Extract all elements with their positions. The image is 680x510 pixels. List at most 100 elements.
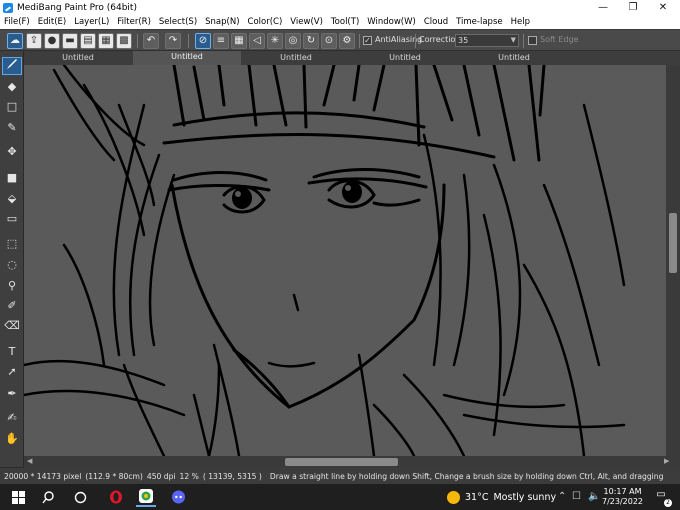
scroll-right-icon[interactable]: ▶: [664, 457, 669, 465]
soft-edge-checkbox[interactable]: [528, 36, 537, 45]
toolbar-separator: [137, 34, 138, 48]
snap-off-icon[interactable]: ⊘: [195, 33, 211, 49]
close-button[interactable]: ✕: [648, 0, 678, 15]
sketch-drawing: [24, 65, 626, 456]
minimize-button[interactable]: —: [588, 0, 618, 15]
menu-edit[interactable]: Edit(E): [38, 17, 66, 27]
comment-icon[interactable]: ●: [44, 33, 60, 49]
select-pen-icon[interactable]: ✐: [2, 297, 22, 315]
canvas-size: 20000 * 14173 pixel: [4, 471, 82, 481]
brush-icon[interactable]: [2, 57, 22, 75]
vertical-scrollbar[interactable]: [666, 65, 680, 456]
focus-snap-icon[interactable]: ✳: [267, 33, 283, 49]
menu-filter[interactable]: Filter(R): [117, 17, 151, 27]
document-tab[interactable]: Untitled: [24, 52, 132, 64]
settings-snap-icon[interactable]: ⚙: [339, 33, 355, 49]
gradient-icon[interactable]: ▭: [2, 210, 22, 228]
menu-layer[interactable]: Layer(L): [74, 17, 109, 27]
scroll-left-icon[interactable]: ◀: [27, 457, 32, 465]
menu-color[interactable]: Color(C): [248, 17, 283, 27]
rectangle-icon[interactable]: □: [2, 98, 22, 116]
select-rect-icon[interactable]: ⬚: [2, 235, 22, 253]
chevron-up-icon[interactable]: ⌃: [558, 491, 566, 502]
bubble-icon[interactable]: ▬: [62, 33, 78, 49]
discord-icon[interactable]: [168, 487, 188, 507]
weather-widget[interactable]: 31°C Mostly sunny: [447, 484, 556, 510]
volume-icon[interactable]: 🔈: [588, 491, 600, 502]
menu-window[interactable]: Window(W): [367, 17, 416, 27]
canvas-physical-size: (112.9 * 80cm): [85, 471, 143, 481]
search-icon[interactable]: [38, 487, 58, 507]
dot-brush-icon[interactable]: ✎: [2, 119, 22, 137]
document-tab[interactable]: Untitled: [460, 52, 568, 64]
medibang-taskbar-icon[interactable]: [136, 487, 156, 507]
share-icon[interactable]: ⇪: [26, 33, 42, 49]
move-icon[interactable]: ✥: [2, 143, 22, 161]
correction-value: 35: [458, 36, 469, 45]
redo-icon[interactable]: ↷: [165, 33, 181, 49]
notification-count: 2: [664, 499, 672, 507]
text-icon[interactable]: T: [2, 343, 22, 361]
circle-snap-icon[interactable]: ◎: [285, 33, 301, 49]
parallel-snap-icon[interactable]: ≡: [213, 33, 229, 49]
menu-snap[interactable]: Snap(N): [205, 17, 239, 27]
drawing-canvas[interactable]: [24, 65, 666, 456]
menu-view[interactable]: View(V): [290, 17, 323, 27]
canvas-dpi: 450 dpi: [146, 471, 176, 481]
toolbar-separator: [188, 34, 189, 48]
vertical-scroll-thumb[interactable]: [669, 213, 677, 273]
menu-select[interactable]: Select(S): [159, 17, 197, 27]
eraser-icon[interactable]: ◆: [2, 78, 22, 96]
curve-snap-icon[interactable]: ↻: [303, 33, 319, 49]
grid-panel-icon[interactable]: ▩: [116, 33, 132, 49]
windows-start-icon[interactable]: [8, 487, 28, 507]
fill-rect-icon[interactable]: ■: [2, 169, 22, 187]
magic-wand-icon[interactable]: ⚲: [2, 277, 22, 295]
hand-icon[interactable]: ✋: [2, 430, 22, 448]
windows-taskbar: 31°C Mostly sunny ⌃ ☐ 🔈 10:17 AM 7/23/20…: [0, 484, 680, 510]
zoom-level: 12 %: [179, 471, 199, 481]
document-tab-active[interactable]: Untitled: [133, 51, 241, 65]
grid-snap-icon[interactable]: ▦: [231, 33, 247, 49]
cursor-coordinates: ( 13139, 5315 ): [202, 471, 262, 481]
cloud-icon[interactable]: ☁: [7, 33, 23, 49]
lasso-icon[interactable]: ◌: [2, 256, 22, 274]
radial-snap-icon[interactable]: ◁: [249, 33, 265, 49]
horizontal-scroll-thumb[interactable]: [285, 458, 398, 466]
panel-icon[interactable]: ▦: [98, 33, 114, 49]
select-eraser-icon[interactable]: ⌫: [2, 317, 22, 335]
menu-file[interactable]: File(F): [4, 17, 30, 27]
document-tab[interactable]: Untitled: [351, 52, 459, 64]
page-icon[interactable]: ▤: [80, 33, 96, 49]
menu-help[interactable]: Help: [511, 17, 530, 27]
clock-date: 7/23/2022: [602, 497, 644, 506]
antialiasing-checkbox[interactable]: ✓: [363, 36, 372, 45]
menu-cloud[interactable]: Cloud: [424, 17, 448, 27]
menu-timelapse[interactable]: Time-lapse: [456, 17, 503, 27]
network-icon[interactable]: ☐: [572, 491, 581, 502]
opera-icon[interactable]: [106, 487, 126, 507]
eyedropper-icon[interactable]: ✒: [2, 385, 22, 403]
task-view-icon[interactable]: [70, 487, 90, 507]
undo-icon[interactable]: ↶: [143, 33, 159, 49]
pen-icon[interactable]: ✍: [2, 409, 22, 427]
clock-time: 10:17 AM: [603, 487, 642, 496]
restore-button[interactable]: ❐: [618, 0, 648, 15]
bucket-icon[interactable]: ⬙: [2, 190, 22, 208]
system-clock[interactable]: 10:17 AM 7/23/2022: [602, 487, 643, 507]
menu-bar: File(F) Edit(E) Layer(L) Filter(R) Selec…: [0, 15, 680, 29]
operation-icon[interactable]: ➚: [2, 363, 22, 381]
correction-select[interactable]: 35 ▼: [455, 34, 519, 47]
perspective-snap-icon[interactable]: ⊙: [321, 33, 337, 49]
tool-palette: ◆ □ ✎ ✥ ■ ⬙ ▭ ⬚ ◌ ⚲ ✐ ⌫ T ➚ ✒ ✍ ✋: [0, 51, 24, 467]
horizontal-scrollbar[interactable]: ◀ ▶: [24, 456, 680, 468]
document-tabs: Untitled Untitled Untitled Untitled Unti…: [24, 51, 680, 65]
chevron-down-icon: ▼: [510, 36, 516, 44]
document-tab[interactable]: Untitled: [242, 52, 350, 64]
title-bar: MediBang Paint Pro (64bit) — ❐ ✕: [0, 0, 680, 15]
app-icon: [3, 2, 13, 13]
weather-temperature: 31°C: [465, 491, 489, 503]
toolbar-separator: [523, 34, 524, 48]
menu-tool[interactable]: Tool(T): [331, 17, 359, 27]
notification-icon[interactable]: ▭ 2: [652, 489, 672, 507]
